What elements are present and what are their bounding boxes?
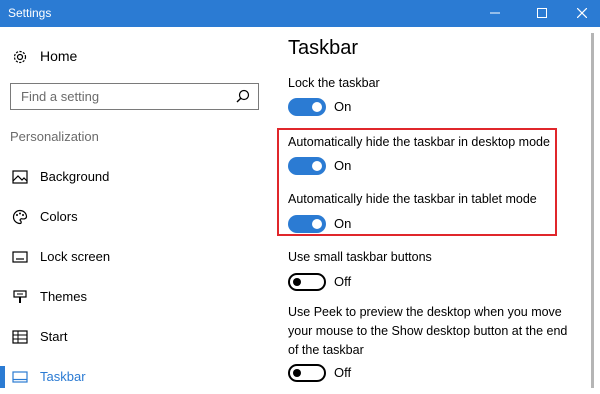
sidebar-item-colors[interactable]: Colors	[0, 201, 270, 233]
toggle-state: Off	[334, 274, 352, 289]
toggle-knob	[312, 102, 322, 112]
home-nav-item[interactable]: Home	[0, 45, 270, 69]
sidebar-item-label: Themes	[40, 289, 87, 304]
start-icon	[12, 329, 28, 350]
sidebar-item-themes[interactable]: Themes	[0, 281, 270, 313]
setting-label-lock-taskbar: Lock the taskbar	[288, 76, 380, 90]
close-button[interactable]	[567, 0, 597, 27]
search-input[interactable]: Find a setting	[10, 83, 259, 110]
toggle-knob	[312, 161, 322, 171]
toggle-small-buttons[interactable]	[288, 273, 326, 291]
brush-icon	[12, 289, 28, 310]
palette-icon	[12, 209, 28, 230]
setting-label-autohide-desktop: Automatically hide the taskbar in deskto…	[288, 135, 550, 149]
toggle-state: On	[334, 216, 352, 231]
scrollbar-thumb[interactable]	[591, 33, 594, 388]
selection-indicator	[0, 366, 5, 388]
close-icon	[577, 8, 587, 18]
toggle-state: On	[334, 99, 352, 114]
picture-icon	[12, 169, 28, 190]
setting-label-peek: Use Peek to preview the desktop when you…	[288, 305, 568, 357]
sidebar-item-label: Lock screen	[40, 249, 111, 264]
toggle-knob	[312, 219, 322, 229]
setting-label-small-buttons: Use small taskbar buttons	[288, 250, 432, 264]
sidebar: Home Find a setting Personalization Back…	[0, 27, 270, 394]
toggle-lock-taskbar[interactable]	[288, 98, 326, 116]
home-label: Home	[40, 48, 78, 64]
sidebar-item-label: Background	[40, 169, 110, 184]
search-icon[interactable]	[236, 89, 250, 108]
maximize-button[interactable]	[527, 0, 557, 27]
scrollbar[interactable]	[585, 27, 600, 394]
toggle-autohide-tablet[interactable]	[288, 215, 326, 233]
section-heading: Personalization	[10, 129, 99, 144]
sidebar-item-label: Start	[40, 329, 68, 344]
sidebar-item-background[interactable]: Background	[0, 161, 270, 193]
lock-screen-icon	[12, 249, 28, 270]
setting-label-autohide-tablet: Automatically hide the taskbar in tablet…	[288, 192, 537, 206]
toggle-autohide-desktop[interactable]	[288, 157, 326, 175]
sidebar-item-label: Colors	[40, 209, 78, 224]
toggle-state: Off	[334, 365, 352, 380]
maximize-icon	[537, 8, 547, 18]
search-placeholder: Find a setting	[21, 89, 100, 104]
toggle-peek[interactable]	[288, 364, 326, 382]
main-content: Taskbar Lock the taskbar On Automaticall…	[270, 27, 585, 394]
page-title: Taskbar	[288, 37, 359, 59]
sidebar-item-start[interactable]: Start	[0, 321, 270, 353]
toggle-knob	[293, 278, 301, 286]
sidebar-item-label: Taskbar	[40, 369, 86, 384]
sidebar-item-lock-screen[interactable]: Lock screen	[0, 241, 270, 273]
taskbar-icon	[12, 369, 28, 390]
title-bar: Settings	[0, 0, 600, 27]
toggle-state: On	[334, 158, 352, 173]
window-title: Settings	[8, 6, 52, 20]
minimize-icon	[490, 12, 500, 14]
gear-icon	[12, 49, 28, 70]
minimize-button[interactable]	[480, 0, 510, 27]
sidebar-item-taskbar[interactable]: Taskbar	[0, 361, 270, 393]
toggle-knob	[293, 369, 301, 377]
